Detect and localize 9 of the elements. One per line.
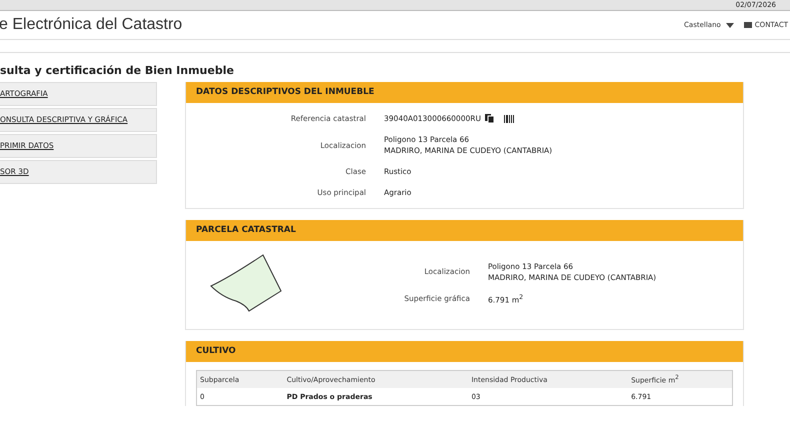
barcode-icon[interactable] <box>504 114 514 122</box>
panel-header: PARCELA CATASTRAL <box>186 220 743 241</box>
parcel-drawing <box>210 253 282 313</box>
copy-icon[interactable] <box>484 114 494 123</box>
site-title: e Electrónica del Catastro <box>0 16 182 34</box>
panel-header: CULTIVO <box>186 341 743 362</box>
panel-header: DATOS DESCRIPTIVOS DEL INMUEBLE <box>186 82 743 103</box>
caret-icon <box>726 22 734 28</box>
page-heading: sulta y certificación de Bien Inmueble <box>0 64 235 77</box>
